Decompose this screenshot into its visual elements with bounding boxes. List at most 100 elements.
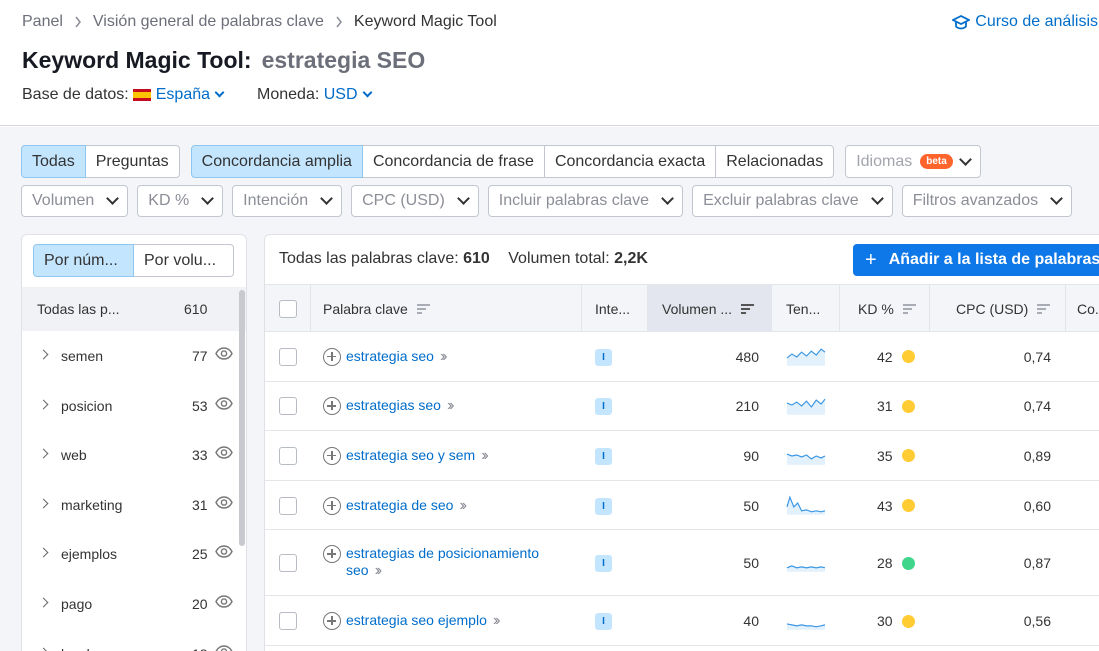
keyword-link-line2[interactable]: seo: [346, 562, 369, 578]
cpc-value: 0,74: [1023, 398, 1051, 415]
column-volume[interactable]: Volumen ...: [648, 285, 771, 332]
filter-excluir[interactable]: Excluir palabras clave: [692, 185, 893, 217]
add-to-list-button[interactable]: + Añadir a la lista de palabras: [853, 244, 1099, 276]
column-cpc[interactable]: CPC (USD): [956, 285, 1051, 332]
double-chevron-icon[interactable]: ››: [440, 348, 447, 365]
sort-by-volume-button[interactable]: Por volu...: [134, 244, 234, 277]
kd-value: 28: [877, 555, 893, 572]
add-keyword-icon[interactable]: [323, 612, 341, 631]
summary-volume-label: Volumen total:: [508, 250, 610, 267]
sort-icon: [741, 303, 755, 314]
row-checkbox[interactable]: [279, 496, 297, 515]
course-link[interactable]: Curso de análisis: [952, 13, 1098, 31]
intent-badge: I: [595, 447, 612, 465]
add-keyword-icon[interactable]: [323, 545, 341, 564]
column-kd[interactable]: KD %: [858, 285, 916, 332]
sidebar-all-keywords[interactable]: Todas las p... 610: [22, 287, 246, 331]
tab-concordancia-amplia[interactable]: Concordancia amplia: [190, 145, 363, 178]
kd-cell: 28: [877, 555, 915, 571]
keyword-link[interactable]: estrategia de seo: [346, 497, 453, 513]
tab-todas[interactable]: Todas: [21, 145, 86, 178]
sort-by-number-button[interactable]: Por núm...: [33, 244, 134, 277]
select-all-checkbox[interactable]: [279, 300, 297, 318]
volume-value: 50: [743, 555, 759, 572]
column-label: KD %: [858, 300, 894, 317]
filter-incluir[interactable]: Incluir palabras clave: [487, 185, 684, 217]
sidebar-item[interactable]: local 18: [22, 629, 246, 651]
sidebar-item[interactable]: pago 20: [22, 579, 246, 628]
chevron-right-icon[interactable]: [38, 597, 49, 608]
sidebar-item[interactable]: semen 77: [22, 331, 246, 380]
chevron-right-icon[interactable]: [38, 349, 49, 360]
row-checkbox[interactable]: [279, 397, 297, 416]
row-checkbox[interactable]: [279, 612, 297, 631]
chevron-right-icon[interactable]: [38, 647, 49, 651]
beta-badge: beta: [920, 154, 953, 169]
eye-icon[interactable]: [215, 396, 233, 410]
eye-icon[interactable]: [215, 545, 233, 559]
sidebar-item[interactable]: web 33: [22, 430, 246, 479]
double-chevron-icon[interactable]: ››: [481, 447, 488, 464]
filter-volumen[interactable]: Volumen: [21, 185, 129, 217]
eye-icon[interactable]: [215, 496, 233, 509]
eye-icon[interactable]: [215, 347, 233, 360]
row-checkbox[interactable]: [279, 554, 297, 573]
sidebar-item[interactable]: marketing 31: [22, 480, 246, 529]
row-checkbox[interactable]: [279, 446, 297, 465]
double-chevron-icon[interactable]: ››: [459, 497, 466, 514]
chevron-right-icon[interactable]: [38, 448, 49, 459]
sidebar-item-label: pago: [61, 596, 93, 612]
tab-relacionadas[interactable]: Relacionadas: [716, 145, 835, 178]
currency-value: USD: [323, 86, 358, 103]
sidebar-scrollbar[interactable]: [239, 290, 245, 546]
spain-flag-icon: [132, 89, 151, 101]
eye-icon[interactable]: [215, 644, 233, 651]
trend-sparkline: [786, 495, 826, 515]
sidebar-item-label: ejemplos: [61, 546, 118, 563]
add-keyword-icon[interactable]: [323, 446, 341, 465]
keyword-link[interactable]: estrategia seo ejemplo: [346, 612, 487, 628]
currency-dropdown[interactable]: USD: [323, 86, 372, 104]
cpc-value: 0,89: [1023, 447, 1051, 464]
intent-badge: I: [595, 555, 612, 573]
sidebar-item[interactable]: posicion 53: [22, 381, 246, 430]
filter-cpc[interactable]: CPC (USD): [351, 185, 479, 217]
volume-value: 90: [743, 447, 759, 464]
cpc-value: 0,87: [1023, 555, 1051, 572]
sidebar-item[interactable]: ejemplos 25: [22, 529, 246, 578]
breadcrumb-overview[interactable]: Visión general de palabras clave: [93, 13, 324, 31]
add-keyword-icon[interactable]: [323, 397, 341, 416]
column-competition[interactable]: Co...: [1077, 285, 1099, 332]
chevron-right-icon[interactable]: [38, 547, 49, 558]
column-trend[interactable]: Ten...: [786, 285, 820, 332]
trend-sparkline: [786, 453, 826, 465]
filter-intencion[interactable]: Intención: [232, 185, 343, 217]
keyword-link[interactable]: estrategias de posicionamiento: [346, 545, 539, 561]
add-keyword-icon[interactable]: [323, 496, 341, 515]
kd-difficulty-dot: [901, 449, 915, 463]
eye-icon[interactable]: [215, 446, 233, 459]
column-intent[interactable]: Inte...: [595, 285, 630, 332]
filter-kd[interactable]: KD %: [137, 185, 224, 217]
chevron-right-icon[interactable]: [38, 399, 49, 410]
filter-avanzados[interactable]: Filtros avanzados: [901, 185, 1073, 217]
breadcrumb-panel[interactable]: Panel: [22, 13, 63, 31]
filter-bar: Volumen KD % Intención CPC (USD) Incluir…: [21, 185, 1073, 217]
double-chevron-icon[interactable]: ››: [447, 397, 454, 414]
languages-dropdown[interactable]: Idiomas beta: [845, 145, 981, 178]
tab-concordancia-exacta[interactable]: Concordancia exacta: [544, 145, 717, 178]
double-chevron-icon[interactable]: ››: [493, 612, 500, 629]
column-keyword[interactable]: Palabra clave: [323, 285, 430, 332]
tab-preguntas[interactable]: Preguntas: [85, 145, 180, 178]
add-keyword-icon[interactable]: [323, 347, 341, 366]
database-dropdown[interactable]: España: [156, 86, 225, 104]
keyword-link[interactable]: estrategias seo: [346, 397, 441, 413]
eye-icon[interactable]: [215, 595, 233, 608]
keyword-link[interactable]: estrategia seo: [346, 348, 434, 364]
tab-concordancia-frase[interactable]: Concordancia de frase: [362, 145, 545, 178]
row-checkbox[interactable]: [279, 347, 297, 366]
table-header: Palabra clave Inte... Volumen ... Ten...…: [265, 284, 1099, 332]
chevron-right-icon[interactable]: [38, 498, 49, 509]
double-chevron-icon[interactable]: ››: [375, 562, 382, 579]
keyword-link[interactable]: estrategia seo y sem: [346, 447, 475, 463]
